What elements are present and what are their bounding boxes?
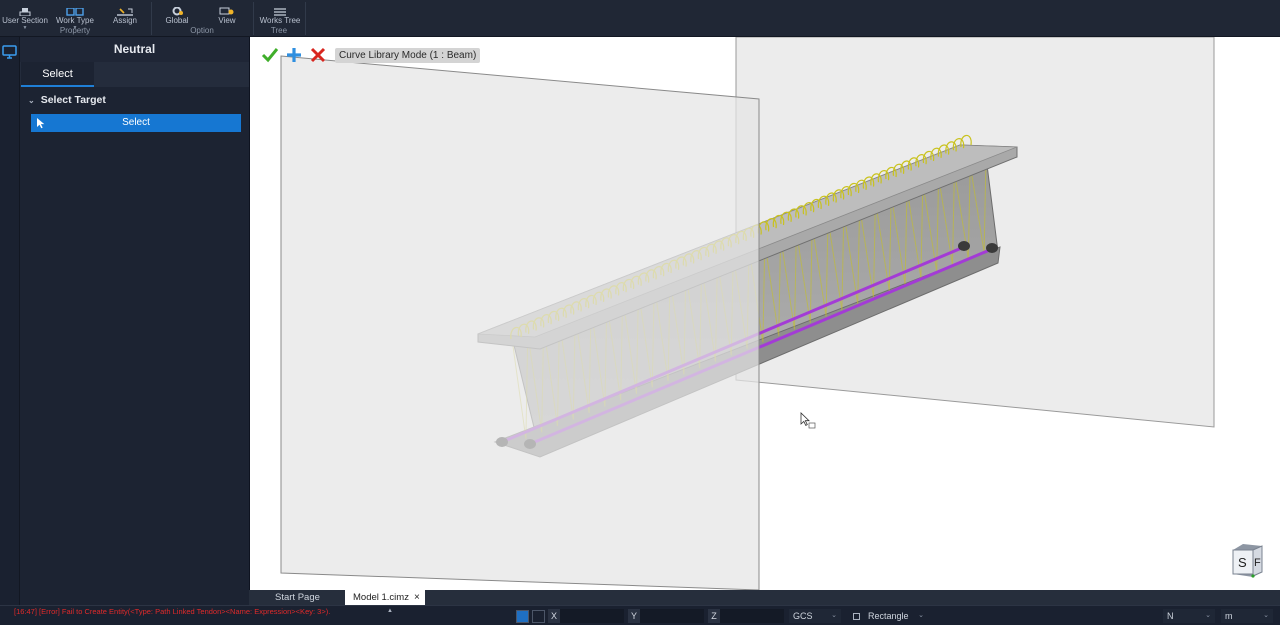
chevron-down-icon: ⌄ xyxy=(1205,612,1211,619)
tab-start-page[interactable]: Start Page × xyxy=(267,590,359,605)
chevron-down-icon: ⌄ xyxy=(28,95,35,105)
side-panel: Neutral Select ⌄ Select Target Select xyxy=(20,37,249,605)
cube-face-f: F xyxy=(1254,557,1261,569)
status-bar: [16:47] [Error] Fail to Create Entity(<T… xyxy=(0,605,1280,625)
works-tree-button[interactable]: Works Tree xyxy=(257,0,303,26)
gear-icon xyxy=(168,6,186,16)
x-label: X xyxy=(548,609,560,623)
chevron-down-icon: ⌄ xyxy=(831,612,837,619)
work-type-icon xyxy=(66,6,84,16)
global-button[interactable]: Global xyxy=(160,0,194,26)
viewport-toolbar: Curve Library Mode (1 : Beam) xyxy=(261,46,481,64)
property-group-label: Property xyxy=(59,26,91,35)
cube-face-s: S xyxy=(1238,555,1247,570)
assign-icon xyxy=(116,6,134,16)
pointer-icon xyxy=(37,118,45,129)
length-unit-dropdown[interactable]: m ⌄ xyxy=(1221,609,1273,623)
y-coord-input[interactable] xyxy=(640,609,704,623)
ribbon-divider xyxy=(305,2,306,35)
view-cube-icon[interactable]: S F xyxy=(1229,542,1265,578)
coord-system-dropdown[interactable]: GCS ⌄ xyxy=(789,609,841,623)
selection-shape-dropdown[interactable]: Rectangle ⌄ xyxy=(864,609,928,623)
reference-plane-left[interactable] xyxy=(280,55,760,590)
rectangle-checkbox[interactable] xyxy=(853,613,860,620)
model-scene xyxy=(280,37,1215,590)
mouse-cursor-icon xyxy=(800,412,816,429)
x-coord-input[interactable] xyxy=(560,609,624,623)
select-target-section[interactable]: ⌄ Select Target xyxy=(28,94,106,106)
panel-title: Neutral xyxy=(20,37,249,62)
z-coord-input[interactable] xyxy=(720,609,784,623)
select-button[interactable]: Select xyxy=(31,114,241,132)
work-type-button[interactable]: Work Type ▼ xyxy=(55,0,95,31)
user-section-button[interactable]: User Section ▼ xyxy=(2,0,48,31)
monitor-icon[interactable] xyxy=(2,45,17,59)
3d-viewport[interactable]: Curve Library Mode (1 : Beam) S F xyxy=(249,37,1280,590)
section-title: Select Target xyxy=(40,94,106,106)
panel-tab-bar: Select xyxy=(20,62,249,87)
view-button[interactable]: View xyxy=(210,0,244,26)
view-settings-icon xyxy=(218,6,236,16)
tendon-anchor[interactable] xyxy=(958,241,970,251)
close-icon[interactable] xyxy=(309,46,327,64)
tendon-anchor[interactable] xyxy=(986,243,998,253)
angle-icon[interactable] xyxy=(532,610,545,623)
works-tree-icon xyxy=(271,6,289,16)
chevron-down-icon: ⌄ xyxy=(918,612,924,619)
expand-log-icon[interactable]: ▲ xyxy=(387,608,393,614)
y-label: Y xyxy=(628,609,640,623)
tab-label: Start Page xyxy=(275,592,320,603)
tab-label: Model 1.cimz xyxy=(353,592,409,603)
app-window: User Section ▼ Work Type ▼ Assign Proper… xyxy=(0,0,1280,625)
panel-switcher-strip xyxy=(0,37,20,605)
option-group-label: Option xyxy=(190,26,214,35)
chevron-down-icon: ⌄ xyxy=(1263,612,1269,619)
checkmark-icon[interactable] xyxy=(261,46,279,64)
plus-icon[interactable] xyxy=(285,46,303,64)
snap-icon[interactable] xyxy=(516,610,529,623)
select-button-label: Select xyxy=(122,117,150,128)
assign-button[interactable]: Assign xyxy=(108,0,142,26)
document-tabs: Start Page × Model 1.cimz × xyxy=(249,590,1280,605)
tree-group-label: Tree xyxy=(270,26,288,35)
tab-select[interactable]: Select xyxy=(21,62,94,87)
user-section-icon xyxy=(16,6,34,16)
close-icon[interactable]: × xyxy=(414,590,420,605)
z-label: Z xyxy=(708,609,720,623)
error-message: [16:47] [Error] Fail to Create Entity(<T… xyxy=(14,607,331,616)
force-unit-dropdown[interactable]: N ⌄ xyxy=(1163,609,1215,623)
mode-label: Curve Library Mode (1 : Beam) xyxy=(335,47,481,63)
ribbon-toolbar: User Section ▼ Work Type ▼ Assign Proper… xyxy=(0,0,1280,37)
tab-model[interactable]: Model 1.cimz × xyxy=(345,590,425,605)
